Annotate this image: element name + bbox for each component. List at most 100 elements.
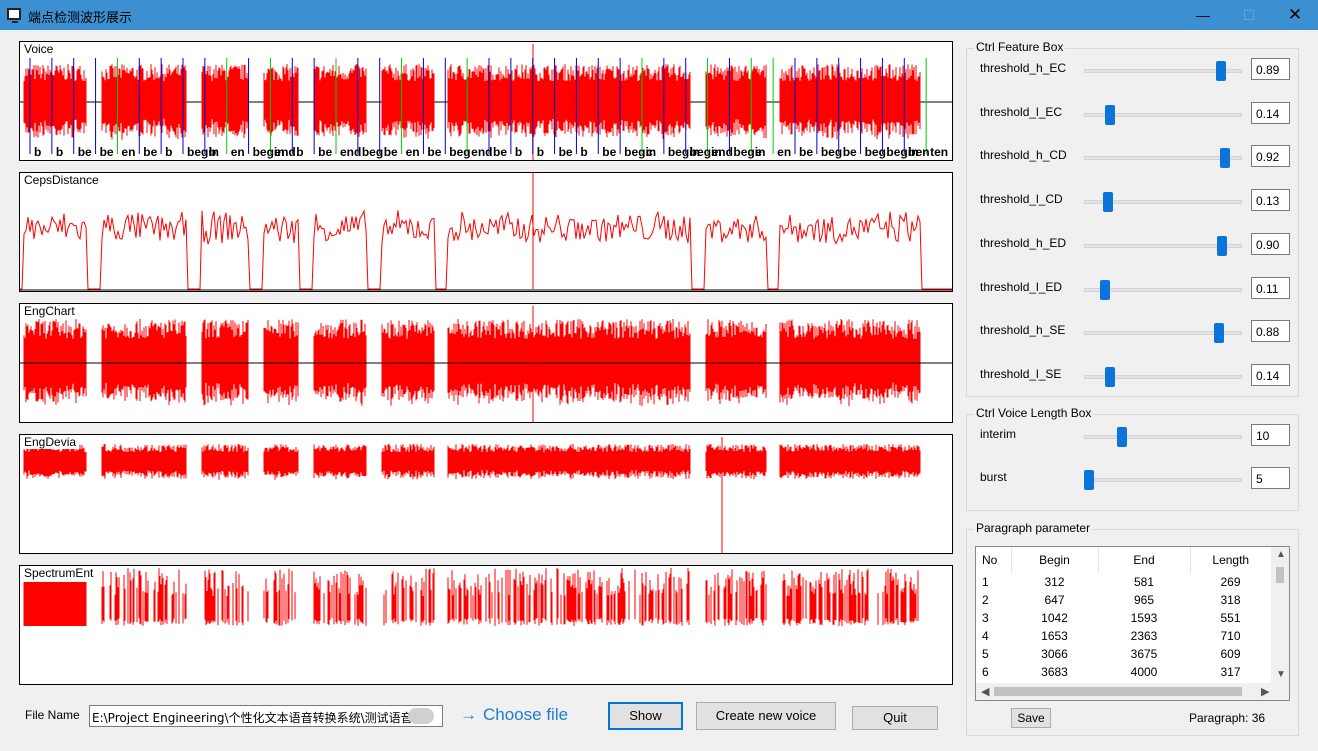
- quit-button[interactable]: Quit: [852, 706, 938, 730]
- segment-marker-label: end: [471, 145, 492, 159]
- plot-label: EngChart: [24, 304, 78, 318]
- slider-thumb[interactable]: [1100, 280, 1111, 300]
- segment-marker-label: end: [340, 145, 361, 159]
- ceps-distance-plot: CepsDistance: [19, 172, 953, 292]
- create-new-voice-button[interactable]: Create new voice: [696, 702, 836, 730]
- title-bar: 端点检测波形展示 — ☐ ✕: [0, 0, 1318, 30]
- scroll-right-icon[interactable]: ▶: [1261, 685, 1269, 698]
- choose-file-label: Choose file: [483, 705, 569, 724]
- slider-track[interactable]: [1084, 156, 1242, 160]
- slider-label: threshold_l_SE: [980, 367, 1062, 381]
- table-header-row: No Begin End Length: [976, 547, 1271, 573]
- slider-thumb[interactable]: [1103, 192, 1114, 212]
- slider-label: interim: [980, 427, 1017, 441]
- slider-track[interactable]: [1084, 435, 1242, 439]
- segment-marker-label: e: [755, 145, 762, 159]
- slider-thumb[interactable]: [1104, 367, 1115, 387]
- horizontal-scroll-thumb[interactable]: [994, 687, 1242, 696]
- slider-thumb[interactable]: [1215, 61, 1226, 81]
- eng-devia-waveform: [23, 437, 921, 553]
- plot-label: SpectrumEnt: [24, 566, 97, 580]
- table-cell: 4000: [1130, 665, 1158, 679]
- table-row[interactable]: 4 1653 2363 710: [976, 627, 1271, 645]
- segment-marker-label: en: [777, 145, 791, 159]
- segment-marker-label: b: [580, 145, 587, 159]
- spectrum-ent-plot: SpectrumEnt: [19, 565, 953, 685]
- segment-marker-label: be: [602, 145, 616, 159]
- slider-track[interactable]: [1084, 478, 1242, 482]
- slider-value-field[interactable]: 0.11: [1251, 277, 1290, 299]
- maximize-button[interactable]: ☐: [1226, 0, 1272, 30]
- slider-value-field[interactable]: 0.14: [1251, 364, 1290, 386]
- slider-label: threshold_l_CD: [980, 192, 1063, 206]
- slider-label: threshold_h_CD: [980, 148, 1067, 162]
- scroll-left-icon[interactable]: ◀: [981, 685, 989, 698]
- choose-file-link[interactable]: → Choose file: [460, 705, 568, 725]
- slider-value-field[interactable]: 0.90: [1251, 233, 1290, 255]
- slider-value-field[interactable]: 0.88: [1251, 320, 1290, 342]
- table-cell: 5: [982, 647, 989, 661]
- table-cell: 6: [982, 665, 989, 679]
- segment-marker-label: be: [100, 145, 114, 159]
- paragraph-table[interactable]: No Begin End Length 1 312 581 269 2 647 965 318…: [975, 546, 1290, 701]
- file-path-input[interactable]: E:\Project Engineering\个性化文本语音转换系统\测试语音\: [89, 705, 443, 727]
- segment-marker-label: b: [296, 145, 303, 159]
- segment-marker-label: be: [143, 145, 157, 159]
- segment-marker-label: ben: [908, 145, 929, 159]
- vertical-scroll-thumb[interactable]: [1276, 567, 1284, 583]
- table-row[interactable]: 6 3683 4000 317: [976, 663, 1271, 681]
- table-cell: 318: [1220, 593, 1241, 607]
- paragraph-count: Paragraph: 36: [1189, 711, 1266, 725]
- arrow-right-icon: →: [460, 705, 477, 724]
- slider-thumb[interactable]: [1217, 236, 1228, 256]
- slider-thumb[interactable]: [1084, 470, 1094, 490]
- table-cell: 312: [1044, 575, 1065, 589]
- segment-marker-label: b: [56, 145, 63, 159]
- voice-waveform: b b be be en be b beginb en beginend b be end beg be en…: [20, 44, 952, 160]
- column-header-length[interactable]: Length: [1190, 547, 1271, 573]
- column-header-no[interactable]: No: [976, 547, 1012, 573]
- eng-chart-waveform: [20, 306, 952, 422]
- voice-signal: [23, 64, 921, 140]
- table-row[interactable]: 3 1042 1593 551: [976, 609, 1271, 627]
- path-overlay-blob: [408, 708, 434, 724]
- feature-box: [966, 48, 1299, 397]
- slider-value-field[interactable]: 5: [1251, 467, 1290, 489]
- show-button[interactable]: Show: [608, 702, 683, 730]
- scroll-down-icon[interactable]: ▼: [1276, 669, 1286, 680]
- slider-value-field[interactable]: 0.13: [1251, 189, 1290, 211]
- slider-label: threshold_h_ED: [980, 236, 1067, 250]
- table-horizontal-scrollbar[interactable]: ◀ ▶: [976, 683, 1289, 700]
- segment-marker-label: b: [209, 145, 216, 159]
- slider-thumb[interactable]: [1220, 148, 1231, 168]
- scroll-up-icon[interactable]: ▲: [1276, 549, 1286, 560]
- slider-value-field[interactable]: 0.89: [1251, 58, 1290, 80]
- segment-marker-label: en: [121, 145, 135, 159]
- close-button[interactable]: ✕: [1272, 0, 1318, 30]
- slider-value-field[interactable]: 0.92: [1251, 145, 1290, 167]
- slider-label: threshold_h_EC: [980, 61, 1067, 75]
- minimize-button[interactable]: —: [1180, 0, 1226, 30]
- table-row[interactable]: 5 3066 3675 609: [976, 645, 1271, 663]
- table-cell: 4: [982, 629, 989, 643]
- save-button[interactable]: Save: [1011, 708, 1051, 728]
- segment-marker-label: b: [34, 145, 41, 159]
- column-header-end[interactable]: End: [1098, 547, 1191, 573]
- paragraph-box-title: Paragraph parameter: [974, 521, 1093, 535]
- slider-thumb[interactable]: [1116, 427, 1127, 447]
- table-cell: 3683: [1041, 665, 1068, 679]
- spectrum-ent-signal: [23, 568, 919, 626]
- table-row[interactable]: 2 647 965 318: [976, 591, 1271, 609]
- plot-label: Voice: [24, 42, 57, 56]
- slider-value-field[interactable]: 0.14: [1251, 102, 1290, 124]
- segment-marker-label: en: [231, 145, 245, 159]
- column-header-begin[interactable]: Begin: [1011, 547, 1099, 573]
- slider-value-field[interactable]: 10: [1251, 424, 1290, 446]
- table-cell: 647: [1044, 593, 1065, 607]
- table-vertical-scrollbar[interactable]: ▲ ▼: [1271, 547, 1289, 684]
- ceps-distance-line: [20, 209, 952, 290]
- segment-marker-label: beg: [821, 145, 842, 159]
- slider-thumb[interactable]: [1104, 105, 1115, 125]
- table-row[interactable]: 1 312 581 269: [976, 573, 1271, 591]
- slider-thumb[interactable]: [1214, 323, 1225, 343]
